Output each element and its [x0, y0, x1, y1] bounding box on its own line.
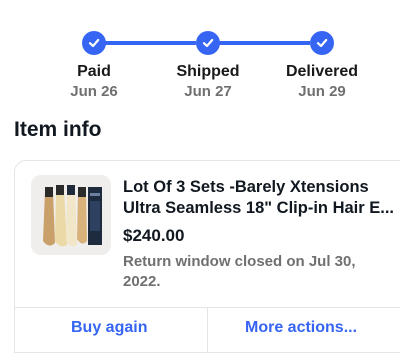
- return-status: Return window closed on Jul 30, 2022.: [123, 253, 356, 290]
- product-image[interactable]: [31, 175, 111, 255]
- paid-check-icon: [82, 31, 106, 55]
- shipped-check-icon: [196, 31, 220, 55]
- order-progress-tracker: Paid Jun 26 Shipped Jun 27 Delivered Jun…: [0, 0, 400, 110]
- delivered-check-icon: [310, 31, 334, 55]
- step-date: Jun 29: [298, 83, 346, 100]
- step-date: Jun 26: [70, 83, 118, 100]
- step-shipped: Shipped Jun 27: [148, 62, 268, 102]
- progress-line-paid-shipped: [104, 41, 196, 45]
- item-title-line-1[interactable]: Lot Of 3 Sets -Barely Xtensions: [123, 177, 400, 198]
- step-delivered: Delivered Jun 29: [262, 62, 382, 102]
- item-card: Lot Of 3 Sets -Barely Xtensions Ultra Se…: [14, 160, 400, 353]
- step-label: Paid: [77, 63, 111, 80]
- step-label: Delivered: [285, 63, 359, 80]
- more-actions-button[interactable]: More actions...: [245, 319, 357, 337]
- buy-again-button[interactable]: Buy again: [71, 319, 147, 337]
- item-price: $240.00: [123, 226, 185, 245]
- actions-vertical-divider: [207, 307, 208, 353]
- item-info-heading: Item info: [14, 118, 102, 141]
- step-paid: Paid Jun 26: [34, 62, 154, 102]
- progress-line-shipped-delivered: [218, 41, 310, 45]
- step-label: Shipped: [176, 63, 240, 80]
- item-title-line-2[interactable]: Ultra Seamless 18" Clip-in Hair E...: [123, 198, 400, 219]
- step-date: Jun 27: [184, 83, 232, 100]
